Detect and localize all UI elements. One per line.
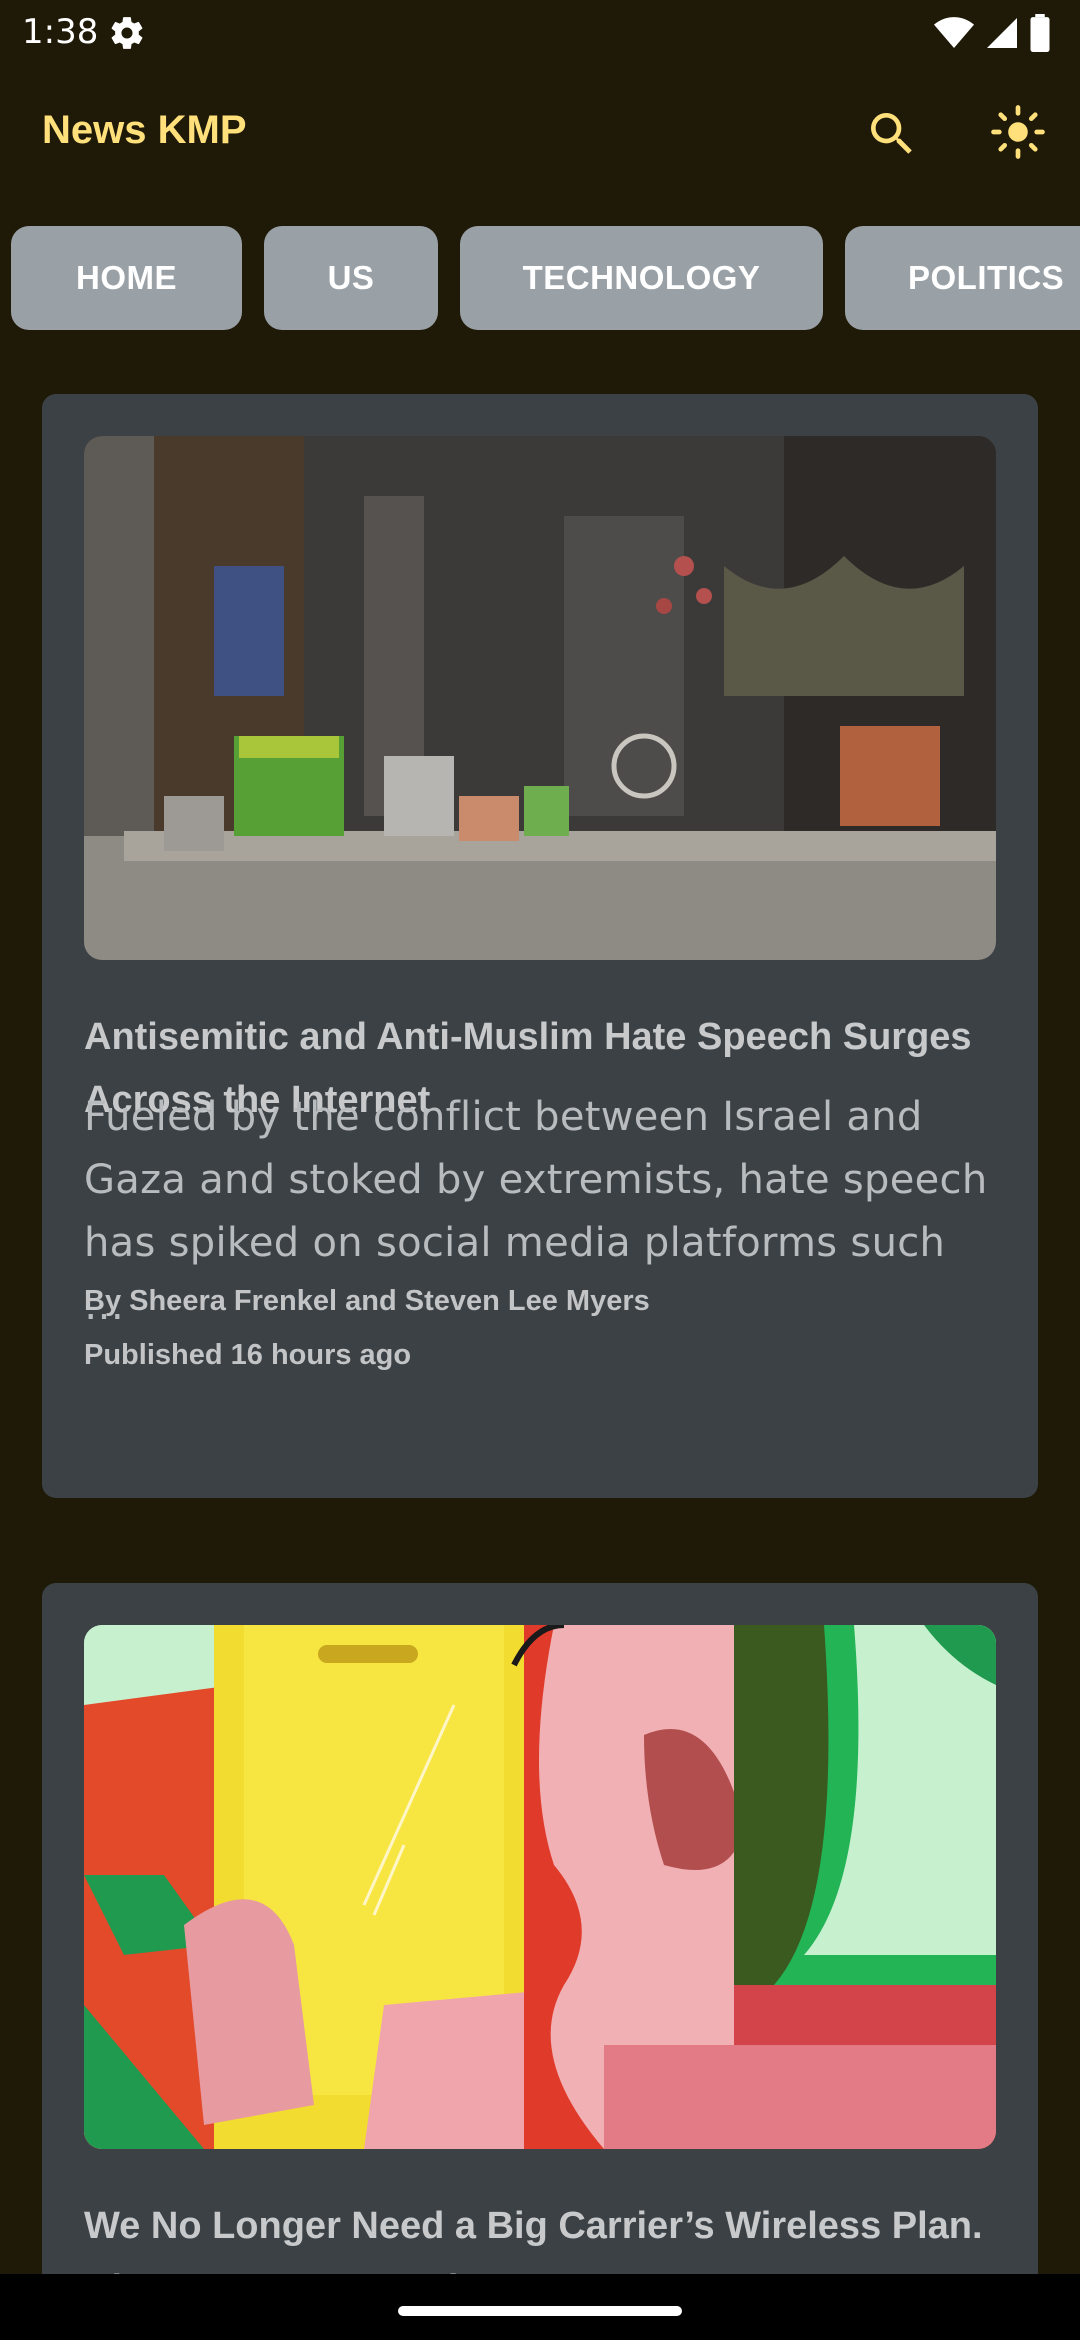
- light-mode-sun-icon[interactable]: [990, 104, 1046, 160]
- signal-icon: [987, 18, 1017, 48]
- status-bar: 1:38: [0, 0, 1080, 64]
- tab-technology[interactable]: TECHNOLOGY: [460, 226, 823, 330]
- wifi-icon: [934, 17, 974, 48]
- tab-politics[interactable]: POLITICS: [845, 226, 1080, 330]
- home-gesture-handle[interactable]: [398, 2306, 682, 2316]
- battery-icon: [1030, 14, 1050, 52]
- article-byline: By Sheera Frenkel and Steven Lee Myers: [84, 1285, 650, 1317]
- article-image: [84, 436, 996, 960]
- article-image: [84, 1625, 996, 2149]
- search-icon[interactable]: [864, 106, 920, 162]
- article-card[interactable]: We No Longer Need a Big Carrier’s Wirele…: [42, 1583, 1038, 2340]
- tab-us[interactable]: US: [264, 226, 438, 330]
- app-title: News KMP: [42, 108, 247, 152]
- category-tabs: HOME US TECHNOLOGY POLITICS: [0, 226, 1080, 332]
- article-published: Published 16 hours ago: [84, 1339, 412, 1371]
- settings-gear-icon: [111, 17, 143, 49]
- app-bar: News KMP: [0, 64, 1080, 204]
- tab-home[interactable]: HOME: [11, 226, 242, 330]
- news-screen: 1:38 News KMP HOME US TECHNOLOGY POLITIC…: [0, 0, 1080, 2340]
- status-time: 1:38: [22, 12, 99, 52]
- article-card[interactable]: Antisemitic and Anti-Muslim Hate Speech …: [42, 394, 1038, 1498]
- status-icons: [934, 14, 1050, 52]
- system-navigation-bar: [0, 2274, 1080, 2340]
